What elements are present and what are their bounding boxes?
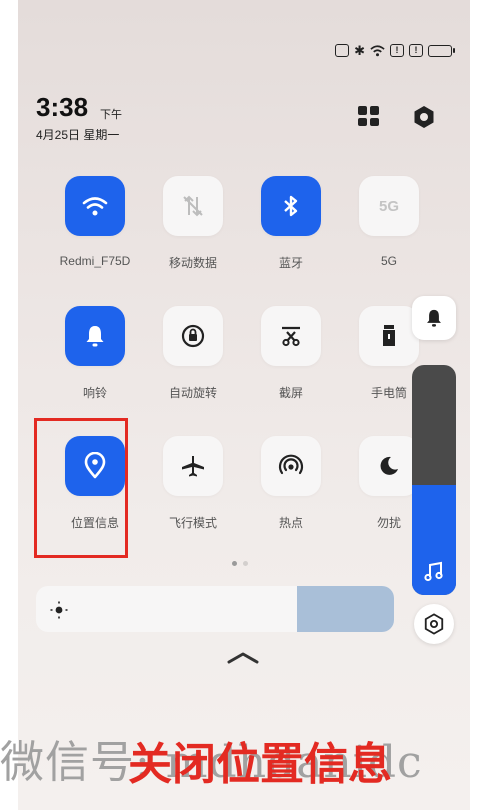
tile-label: 热点 bbox=[278, 516, 303, 530]
tile-label: 截屏 bbox=[278, 386, 303, 400]
tile-label: 移动数据 bbox=[168, 256, 217, 270]
brightness-fill bbox=[297, 586, 394, 632]
tile-bluetooth[interactable]: 蓝牙 bbox=[246, 176, 336, 271]
airplane-icon bbox=[182, 456, 204, 477]
hotspot-icon bbox=[278, 454, 304, 475]
tile-button[interactable]: 5G bbox=[359, 176, 419, 236]
mobile-data-icon bbox=[183, 195, 203, 217]
flashlight-icon bbox=[383, 325, 395, 346]
moon-icon bbox=[380, 456, 398, 475]
tile-screenshot[interactable]: 截屏 bbox=[246, 306, 336, 401]
brightness-slider[interactable] bbox=[36, 586, 394, 632]
edit-tiles-button[interactable] bbox=[358, 106, 379, 126]
tile-button[interactable] bbox=[261, 306, 321, 366]
alert-icon: ! bbox=[409, 44, 423, 57]
page-indicator bbox=[232, 561, 248, 566]
clock-time: 3:38 bbox=[36, 92, 89, 122]
tile-button[interactable] bbox=[163, 176, 223, 236]
clock-ampm: 下午 bbox=[100, 109, 122, 121]
screenshot-icon bbox=[282, 326, 300, 347]
5g-icon: 5G bbox=[378, 197, 399, 215]
volume-slider[interactable] bbox=[412, 365, 456, 595]
tile-label: Redmi_F75D bbox=[59, 254, 131, 268]
tile-button[interactable] bbox=[261, 436, 321, 496]
status-bar: ✱ ! ! bbox=[335, 43, 455, 58]
tile-button[interactable] bbox=[65, 306, 125, 366]
settings-icon bbox=[424, 613, 444, 635]
bell-icon bbox=[86, 326, 104, 347]
settings-button[interactable] bbox=[411, 104, 437, 130]
tile-button[interactable] bbox=[65, 176, 125, 236]
bluetooth-icon: ✱ bbox=[354, 43, 365, 58]
tile-mobile-data[interactable]: 移动数据 bbox=[148, 176, 238, 271]
volume-settings-button[interactable] bbox=[414, 604, 454, 644]
control-center: ✱ ! ! 3:38 下午 4月25日 星期一 Redmi_F75D 移动数据 … bbox=[18, 0, 470, 810]
brightness-icon bbox=[50, 601, 68, 619]
caption-text: 关闭位置信息 bbox=[128, 740, 392, 789]
bell-icon bbox=[427, 309, 441, 327]
tile-button[interactable] bbox=[261, 176, 321, 236]
alert-icon: ! bbox=[390, 44, 404, 57]
settings-icon bbox=[414, 106, 434, 128]
chevron-up-icon[interactable] bbox=[226, 650, 260, 664]
tile-hotspot[interactable]: 热点 bbox=[246, 436, 336, 531]
wifi-icon bbox=[370, 45, 385, 57]
bluetooth-icon bbox=[284, 195, 298, 217]
tile-button[interactable] bbox=[359, 436, 419, 496]
tile-airplane[interactable]: 飞行模式 bbox=[148, 436, 238, 531]
battery-icon bbox=[428, 44, 455, 57]
tile-ring[interactable]: 响铃 bbox=[50, 306, 140, 401]
cast-icon bbox=[335, 44, 350, 57]
page-dot[interactable] bbox=[232, 561, 237, 566]
tile-button[interactable] bbox=[163, 306, 223, 366]
highlight-box bbox=[34, 418, 128, 558]
date-label: 4月25日 星期一 bbox=[36, 128, 120, 142]
tile-wifi[interactable]: Redmi_F75D bbox=[50, 176, 140, 268]
tile-label: 响铃 bbox=[82, 386, 107, 400]
tile-5g[interactable]: 5G 5G bbox=[344, 176, 434, 268]
music-note-icon bbox=[424, 561, 443, 582]
tile-label: 自动旋转 bbox=[168, 386, 217, 400]
tile-button[interactable] bbox=[163, 436, 223, 496]
tile-auto-rotate[interactable]: 自动旋转 bbox=[148, 306, 238, 401]
page-dot[interactable] bbox=[243, 561, 248, 566]
tile-button[interactable] bbox=[359, 306, 419, 366]
auto-rotate-icon bbox=[181, 324, 205, 348]
tile-label: 蓝牙 bbox=[278, 256, 303, 270]
ringer-mode-button[interactable] bbox=[412, 296, 456, 340]
tile-label: 飞行模式 bbox=[168, 516, 217, 530]
wifi-icon bbox=[82, 197, 108, 216]
tile-label: 5G bbox=[380, 254, 397, 268]
